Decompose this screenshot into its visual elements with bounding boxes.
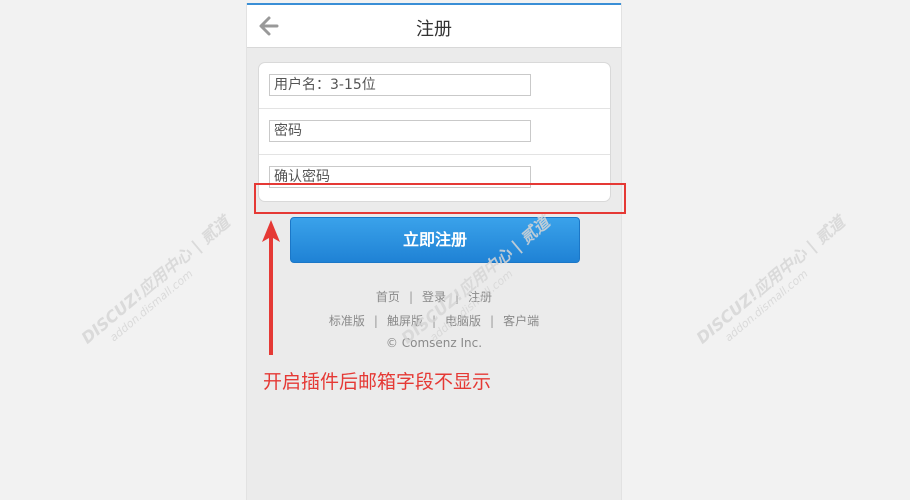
watermark-url: addon.dismall.com <box>722 267 811 345</box>
password-field[interactable] <box>269 120 531 142</box>
page-title: 注册 <box>416 19 452 40</box>
footer-link-standard[interactable]: 标准版 <box>329 314 365 328</box>
annotation-text: 开启插件后邮箱字段不显示 <box>263 371 492 393</box>
form-row-username <box>259 63 610 109</box>
arrow-up-icon <box>262 220 280 355</box>
highlight-box <box>254 183 626 214</box>
watermark-brand: DISCUZ!应用中心 <box>692 244 811 348</box>
divider: | <box>408 290 413 304</box>
watermark-brand: DISCUZ!应用中心 <box>77 244 196 348</box>
footer-link-home[interactable]: 首页 <box>376 290 400 304</box>
username-field[interactable] <box>269 74 531 96</box>
register-form <box>258 62 611 202</box>
header-bar: 注册 <box>247 3 621 48</box>
watermark: DISCUZ!应用中心 | 贰道 addon.dismall.com <box>690 163 910 391</box>
divider: | <box>373 314 378 328</box>
form-row-password <box>259 109 610 155</box>
